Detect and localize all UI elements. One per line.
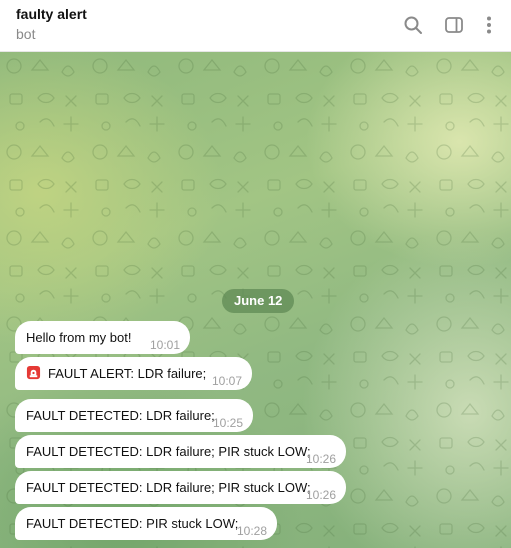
search-icon	[404, 16, 422, 34]
message-bubble[interactable]: FAULT DETECTED: LDR failure; PIR stuck L…	[15, 435, 346, 468]
chat-header: faulty alert bot	[0, 0, 511, 52]
more-menu-button[interactable]	[476, 12, 502, 38]
message-bubble[interactable]: FAULT DETECTED: PIR stuck LOW; 10:28	[15, 507, 277, 540]
chat-title[interactable]: faulty alert	[16, 6, 87, 22]
message-text: FAULT ALERT: LDR failure;	[48, 366, 207, 381]
police-siren-icon	[26, 366, 41, 380]
message-time: 10:01	[149, 338, 180, 352]
message-text: FAULT DETECTED: LDR failure;	[26, 408, 215, 423]
message-text: FAULT DETECTED: LDR failure; PIR stuck L…	[26, 444, 311, 459]
message-text: FAULT DETECTED: LDR failure; PIR stuck L…	[26, 480, 311, 495]
chat-status: bot	[16, 26, 36, 42]
message-bubble[interactable]: Hello from my bot! 10:01	[15, 321, 190, 354]
message-bubble[interactable]: FAULT DETECTED: LDR failure; PIR stuck L…	[15, 471, 346, 504]
message-time: 10:26	[305, 452, 336, 466]
chat-background[interactable]: June 12 Hello from my bot! 10:01 FAULT A…	[0, 52, 511, 548]
more-vertical-icon	[487, 16, 491, 34]
search-button[interactable]	[400, 12, 426, 38]
message-text: Hello from my bot!	[26, 330, 132, 345]
sidebar-toggle-button[interactable]	[441, 12, 467, 38]
message-bubble[interactable]: FAULT ALERT: LDR failure; 10:07	[15, 357, 252, 390]
sidebar-toggle-icon	[445, 17, 463, 33]
date-separator: June 12	[222, 289, 295, 313]
message-time: 10:25	[212, 416, 243, 430]
message-time: 10:07	[211, 374, 242, 388]
message-time: 10:28	[236, 524, 267, 538]
message-time: 10:26	[305, 488, 336, 502]
message-bubble[interactable]: FAULT DETECTED: LDR failure; 10:25	[15, 399, 253, 432]
message-text: FAULT DETECTED: PIR stuck LOW;	[26, 516, 239, 531]
